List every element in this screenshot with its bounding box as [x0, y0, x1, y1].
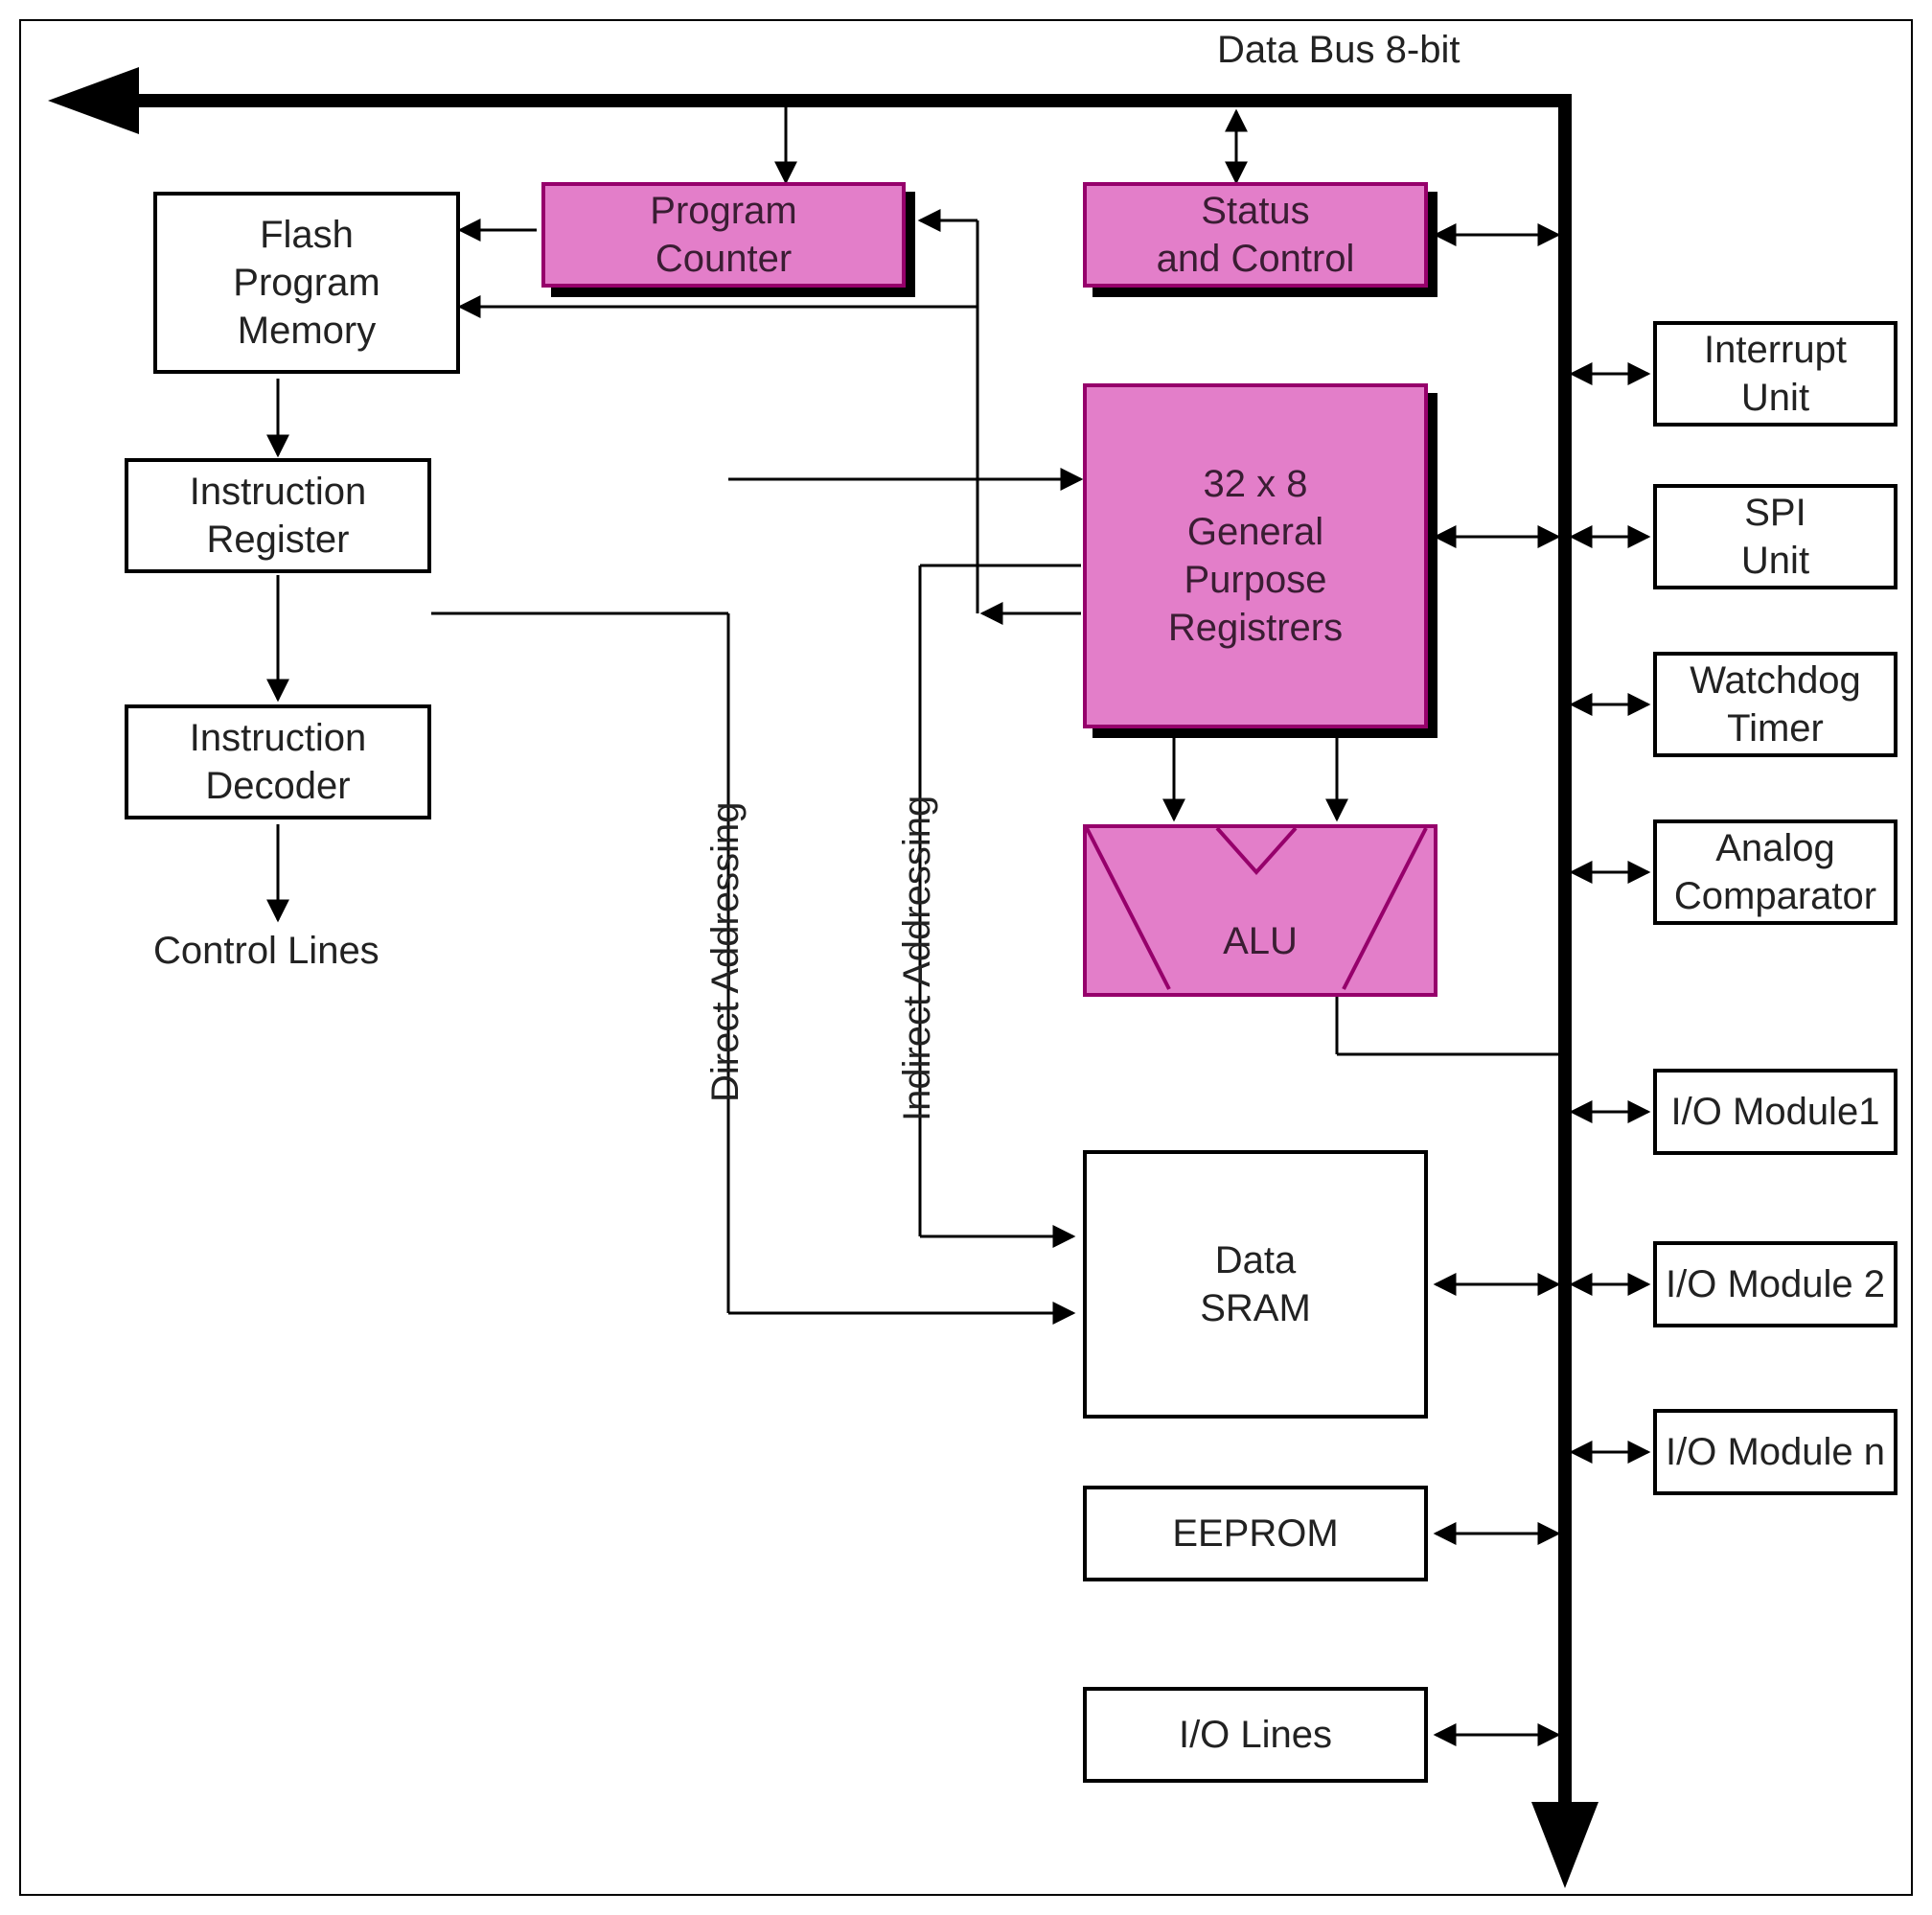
block-program-counter: ProgramCounter	[541, 182, 906, 288]
block-io-lines: I/O Lines	[1083, 1687, 1428, 1783]
program-counter-label: ProgramCounter	[650, 187, 796, 283]
block-gpr: 32 x 8GeneralPurposeRegistrers	[1083, 383, 1428, 728]
direct-addressing-label: Direct Addressing	[704, 802, 748, 1102]
indirect-addressing-label: Indirect Addressing	[896, 796, 939, 1121]
io-lines-label: I/O Lines	[1179, 1711, 1332, 1759]
ion-label: I/O Module n	[1666, 1428, 1885, 1476]
alu-label: ALU	[1083, 920, 1438, 963]
eeprom-label: EEPROM	[1172, 1510, 1338, 1557]
block-alu: ALU	[1083, 824, 1438, 997]
block-flash: FlashProgramMemory	[153, 192, 460, 374]
block-interrupt: InterruptUnit	[1653, 321, 1898, 427]
block-ion: I/O Module n	[1653, 1409, 1898, 1495]
interrupt-label: InterruptUnit	[1704, 326, 1847, 422]
analog-label: AnalogComparator	[1674, 824, 1876, 920]
instruction-register-label: InstructionRegister	[190, 468, 367, 564]
control-lines-label: Control Lines	[153, 930, 380, 973]
instruction-decoder-label: InstructionDecoder	[190, 714, 367, 810]
spi-label: SPIUnit	[1741, 489, 1809, 585]
block-io2: I/O Module 2	[1653, 1241, 1898, 1327]
status-control-label: Statusand Control	[1157, 187, 1355, 283]
sram-label: DataSRAM	[1200, 1236, 1311, 1332]
block-spi: SPIUnit	[1653, 484, 1898, 589]
block-status-control: Statusand Control	[1083, 182, 1428, 288]
io1-label: I/O Module1	[1671, 1088, 1880, 1136]
gpr-label: 32 x 8GeneralPurposeRegistrers	[1168, 460, 1343, 652]
io2-label: I/O Module 2	[1666, 1260, 1885, 1308]
block-io1: I/O Module1	[1653, 1069, 1898, 1155]
block-watchdog: WatchdogTimer	[1653, 652, 1898, 757]
watchdog-label: WatchdogTimer	[1690, 657, 1861, 752]
flash-label: FlashProgramMemory	[233, 211, 380, 355]
block-sram: DataSRAM	[1083, 1150, 1428, 1419]
block-instruction-register: InstructionRegister	[125, 458, 431, 573]
block-instruction-decoder: InstructionDecoder	[125, 704, 431, 819]
block-analog: AnalogComparator	[1653, 819, 1898, 925]
block-eeprom: EEPROM	[1083, 1486, 1428, 1581]
